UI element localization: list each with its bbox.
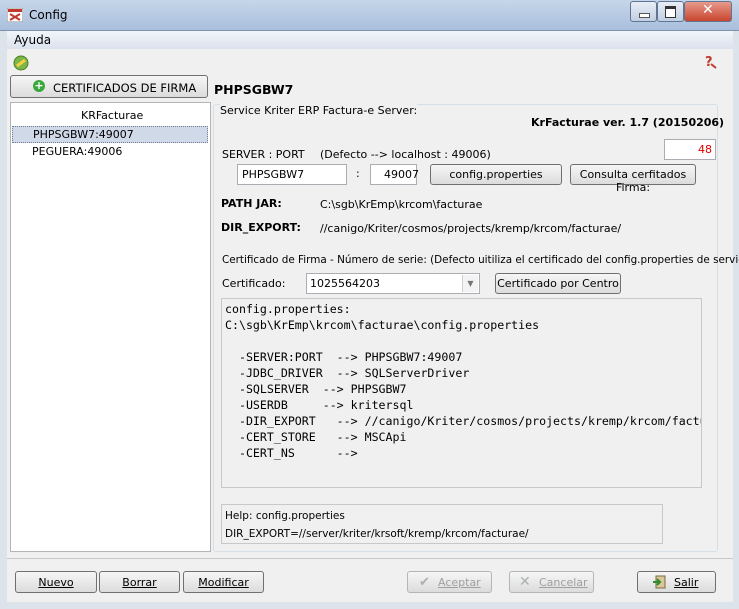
minimize-button[interactable] — [630, 1, 657, 22]
config-line: -SERVER:PORT --> PHPSGBW7:49007 — [225, 350, 463, 364]
port-field[interactable]: 49007 — [370, 164, 419, 185]
server-list-item-selected[interactable]: PHPSGBW7:49007 — [12, 126, 208, 143]
cancel-button-label: Cancelar — [539, 576, 588, 589]
refresh-icon[interactable] — [13, 55, 29, 71]
certificate-dropdown-value: 1025564203 — [310, 277, 380, 290]
menu-bar: Ayuda — [7, 31, 733, 49]
path-jar-value: C:\sgb\KrEmp\krcom\facturae — [320, 198, 483, 211]
exit-icon — [652, 575, 666, 589]
config-properties-button[interactable]: config.properties — [430, 164, 562, 185]
title-bar[interactable]: Config ✕ — [0, 0, 739, 31]
cancel-icon: ✕ — [519, 574, 531, 590]
footer-divider — [7, 558, 733, 559]
default-hint: (Defecto --> localhost : 49006) — [320, 148, 491, 161]
new-button[interactable]: Nuevo — [15, 571, 97, 593]
config-properties-label: config.properties — [449, 168, 543, 181]
help-icon[interactable]: ? — [702, 54, 718, 70]
certificate-by-center-label: Certificado por Centro — [497, 277, 619, 290]
check-icon: ✔ — [419, 575, 430, 590]
server-field-value: PHPSGBW7 — [242, 168, 305, 181]
add-icon: + — [33, 79, 45, 92]
maximize-icon — [665, 6, 676, 18]
consult-certificates-button[interactable]: Consulta cerfitados Firma: — [570, 164, 696, 194]
modify-button-label: Modificar — [198, 576, 249, 589]
help-line: DIR_EXPORT=//server/kriter/krsoft/kremp/… — [225, 528, 529, 540]
certificate-by-center-button[interactable]: Certificado por Centro — [495, 273, 621, 294]
app-icon — [6, 7, 24, 23]
config-line: -JDBC_DRIVER --> SQLServerDriver — [225, 366, 470, 380]
config-line: -CERT_STORE --> MSCApi — [225, 430, 407, 444]
group-label: Service Kriter ERP Factura-e Server: — [220, 104, 418, 117]
certificate-label: Certificado: — [222, 277, 286, 290]
exit-button[interactable]: Salir — [637, 571, 716, 593]
config-line: -USERDB --> kritersql — [225, 398, 414, 412]
close-icon: ✕ — [702, 2, 714, 18]
server-field[interactable]: PHPSGBW7 — [237, 164, 347, 185]
chevron-down-icon[interactable]: ▼ — [462, 275, 478, 292]
delete-button[interactable]: Borrar — [99, 571, 180, 593]
config-line: -CERT_NS --> — [225, 446, 358, 460]
minimize-icon — [639, 13, 650, 18]
config-line: C:\sgb\KrEmp\krcom\facturae\config.prope… — [225, 318, 540, 332]
path-jar-label: PATH JAR: — [221, 197, 282, 210]
server-list-header: KRFacturae — [81, 109, 144, 122]
config-line: -SQLSERVER --> PHPSGBW7 — [225, 382, 407, 396]
counter-field[interactable]: 48 — [664, 139, 716, 160]
certificates-button[interactable]: + CERTIFICADOS DE FIRMA — [10, 75, 208, 98]
server-list-panel: KRFacturae PHPSGBW7:49007 PEGUERA:49006 — [10, 102, 211, 552]
exit-button-label: Salir — [674, 576, 699, 589]
port-field-value: 49007 — [384, 168, 419, 181]
svg-text:?: ? — [705, 55, 713, 70]
counter-value: 48 — [698, 143, 712, 156]
new-button-label: Nuevo — [38, 576, 74, 589]
cancel-button[interactable]: ✕ Cancelar — [509, 571, 594, 593]
server-list-item[interactable]: PEGUERA:49006 — [32, 145, 122, 158]
certificate-dropdown[interactable]: 1025564203 ▼ — [306, 273, 480, 294]
server-port-label: SERVER : PORT — [222, 148, 305, 161]
close-button[interactable]: ✕ — [684, 1, 732, 22]
config-line: -DIR_EXPORT --> //canigo/Kriter/cosmos/p… — [225, 414, 702, 428]
help-box: Help: config.properties DIR_EXPORT=//ser… — [221, 504, 663, 544]
certificates-button-label: CERTIFICADOS DE FIRMA — [53, 81, 197, 95]
dir-export-value: //canigo/Kriter/cosmos/projects/kremp/kr… — [320, 222, 622, 235]
certificate-hint: Certificado de Firma - Número de serie: … — [222, 254, 739, 266]
modify-button[interactable]: Modificar — [183, 571, 264, 593]
help-line: Help: config.properties — [225, 510, 345, 522]
menu-help[interactable]: Ayuda — [14, 33, 51, 47]
dir-export-label: DIR_EXPORT: — [221, 221, 301, 234]
page-title: PHPSGBW7 — [214, 82, 294, 97]
window-title: Config — [29, 8, 68, 22]
delete-button-label: Borrar — [122, 576, 157, 589]
server-list-item-label: PHPSGBW7:49007 — [33, 128, 134, 141]
accept-button-label: Aceptar — [438, 576, 481, 589]
accept-button[interactable]: ✔ Aceptar — [407, 571, 492, 593]
maximize-button[interactable] — [657, 1, 684, 22]
config-properties-text[interactable]: config.properties: C:\sgb\KrEmp\krcom\fa… — [221, 298, 702, 488]
config-line: config.properties: — [225, 302, 351, 316]
version-label: KrFacturae ver. 1.7 (20150206) — [531, 116, 725, 129]
port-separator: : — [356, 167, 360, 180]
